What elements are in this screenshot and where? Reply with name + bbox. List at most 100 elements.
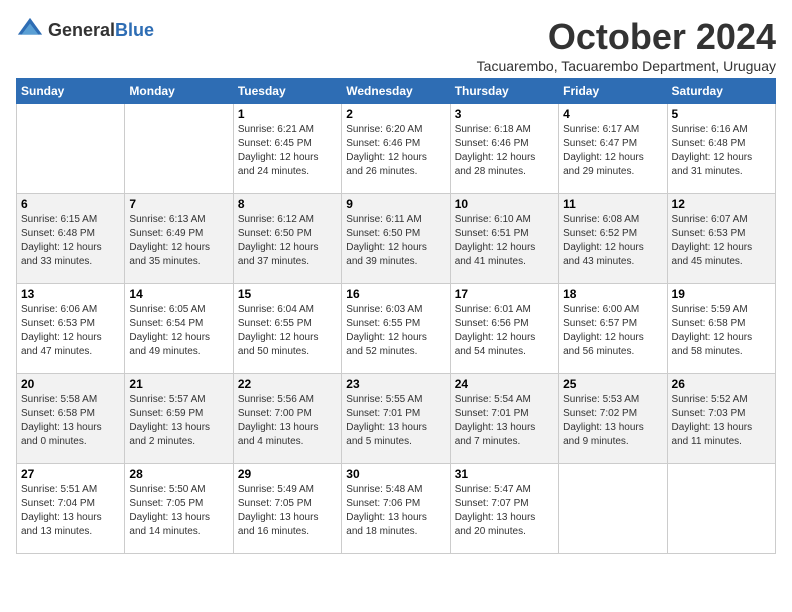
day-number: 25 (563, 377, 662, 391)
day-number: 26 (672, 377, 771, 391)
day-info: Sunrise: 6:18 AM Sunset: 6:46 PM Dayligh… (455, 123, 554, 179)
day-number: 17 (455, 287, 554, 301)
calendar-cell: 18Sunrise: 6:00 AM Sunset: 6:57 PM Dayli… (559, 284, 667, 374)
day-number: 9 (346, 197, 445, 211)
day-info: Sunrise: 6:13 AM Sunset: 6:49 PM Dayligh… (129, 213, 228, 269)
calendar-cell: 16 Sunrise: 6:03 AM Sunset: 6:55 PM Dayli… (342, 284, 450, 374)
calendar-cell: 12 Sunrise: 6:07 AM Sunset: 6:53 PM Dayli… (667, 194, 775, 284)
day-number: 7 (129, 197, 228, 211)
day-info: Sunrise: 6:04 AM Sunset: 6:55 PM Dayligh… (238, 303, 337, 359)
calendar-cell: 31Sunrise: 5:47 AM Sunset: 7:07 PM Dayli… (450, 464, 558, 554)
day-number: 29 (238, 467, 337, 481)
day-number: 15 (238, 287, 337, 301)
day-number: 19 (672, 287, 771, 301)
calendar-header-row: SundayMondayTuesdayWednesdayThursdayFrid… (17, 79, 776, 104)
day-number: 2 (346, 107, 445, 121)
day-info: Sunrise: 6:17 AM Sunset: 6:47 PM Dayligh… (563, 123, 662, 179)
day-info: Sunrise: 5:52 AM Sunset: 7:03 PM Dayligh… (672, 393, 771, 449)
calendar-cell: 27Sunrise: 5:51 AM Sunset: 7:04 PM Dayli… (17, 464, 125, 554)
day-number: 14 (129, 287, 228, 301)
calendar-cell: 21 Sunrise: 5:57 AM Sunset: 6:59 PM Dayli… (125, 374, 233, 464)
calendar-cell: 29 Sunrise: 5:49 AM Sunset: 7:05 PM Dayli… (233, 464, 341, 554)
day-number: 13 (21, 287, 120, 301)
day-info: Sunrise: 6:00 AM Sunset: 6:57 PM Dayligh… (563, 303, 662, 359)
calendar-cell: 14Sunrise: 6:05 AM Sunset: 6:54 PM Dayli… (125, 284, 233, 374)
logo: GeneralBlue (16, 16, 154, 44)
calendar-cell: 19 Sunrise: 5:59 AM Sunset: 6:58 PM Dayli… (667, 284, 775, 374)
calendar-cell: 9 Sunrise: 6:11 AM Sunset: 6:50 PM Daylig… (342, 194, 450, 284)
logo-text-general: General (48, 20, 115, 40)
day-info: Sunrise: 6:07 AM Sunset: 6:53 PM Dayligh… (672, 213, 771, 269)
calendar-cell: 5 Sunrise: 6:16 AM Sunset: 6:48 PM Daylig… (667, 104, 775, 194)
day-info: Sunrise: 6:06 AM Sunset: 6:53 PM Dayligh… (21, 303, 120, 359)
day-header-tuesday: Tuesday (233, 79, 341, 104)
calendar-cell (667, 464, 775, 554)
day-number: 31 (455, 467, 554, 481)
calendar-cell: 30 Sunrise: 5:48 AM Sunset: 7:06 PM Dayli… (342, 464, 450, 554)
day-number: 10 (455, 197, 554, 211)
calendar-week-4: 20Sunrise: 5:58 AM Sunset: 6:58 PM Dayli… (17, 374, 776, 464)
day-info: Sunrise: 5:58 AM Sunset: 6:58 PM Dayligh… (21, 393, 120, 449)
calendar-cell: 6Sunrise: 6:15 AM Sunset: 6:48 PM Daylig… (17, 194, 125, 284)
day-info: Sunrise: 5:51 AM Sunset: 7:04 PM Dayligh… (21, 483, 120, 539)
calendar-cell: 25Sunrise: 5:53 AM Sunset: 7:02 PM Dayli… (559, 374, 667, 464)
calendar-cell (17, 104, 125, 194)
day-header-wednesday: Wednesday (342, 79, 450, 104)
day-info: Sunrise: 6:20 AM Sunset: 6:46 PM Dayligh… (346, 123, 445, 179)
calendar-cell: 26 Sunrise: 5:52 AM Sunset: 7:03 PM Dayli… (667, 374, 775, 464)
calendar-cell: 20Sunrise: 5:58 AM Sunset: 6:58 PM Dayli… (17, 374, 125, 464)
day-number: 21 (129, 377, 228, 391)
calendar-cell: 8Sunrise: 6:12 AM Sunset: 6:50 PM Daylig… (233, 194, 341, 284)
logo-text-blue: Blue (115, 20, 154, 40)
day-info: Sunrise: 6:08 AM Sunset: 6:52 PM Dayligh… (563, 213, 662, 269)
day-number: 11 (563, 197, 662, 211)
calendar-week-5: 27Sunrise: 5:51 AM Sunset: 7:04 PM Dayli… (17, 464, 776, 554)
day-info: Sunrise: 6:16 AM Sunset: 6:48 PM Dayligh… (672, 123, 771, 179)
calendar-week-3: 13 Sunrise: 6:06 AM Sunset: 6:53 PM Dayli… (17, 284, 776, 374)
day-number: 24 (455, 377, 554, 391)
day-info: Sunrise: 5:54 AM Sunset: 7:01 PM Dayligh… (455, 393, 554, 449)
day-number: 12 (672, 197, 771, 211)
calendar-cell: 3Sunrise: 6:18 AM Sunset: 6:46 PM Daylig… (450, 104, 558, 194)
day-number: 8 (238, 197, 337, 211)
calendar-cell: 15 Sunrise: 6:04 AM Sunset: 6:55 PM Dayli… (233, 284, 341, 374)
day-header-friday: Friday (559, 79, 667, 104)
day-header-thursday: Thursday (450, 79, 558, 104)
calendar-cell: 17 Sunrise: 6:01 AM Sunset: 6:56 PM Dayli… (450, 284, 558, 374)
day-info: Sunrise: 5:59 AM Sunset: 6:58 PM Dayligh… (672, 303, 771, 359)
day-number: 5 (672, 107, 771, 121)
calendar-cell: 10 Sunrise: 6:10 AM Sunset: 6:51 PM Dayli… (450, 194, 558, 284)
day-number: 4 (563, 107, 662, 121)
day-info: Sunrise: 6:03 AM Sunset: 6:55 PM Dayligh… (346, 303, 445, 359)
day-info: Sunrise: 6:11 AM Sunset: 6:50 PM Dayligh… (346, 213, 445, 269)
calendar-week-1: 1Sunrise: 6:21 AM Sunset: 6:45 PM Daylig… (17, 104, 776, 194)
day-info: Sunrise: 6:10 AM Sunset: 6:51 PM Dayligh… (455, 213, 554, 269)
calendar-cell: 11 Sunrise: 6:08 AM Sunset: 6:52 PM Dayli… (559, 194, 667, 284)
day-number: 28 (129, 467, 228, 481)
calendar-cell: 28 Sunrise: 5:50 AM Sunset: 7:05 PM Dayli… (125, 464, 233, 554)
calendar-cell (125, 104, 233, 194)
day-info: Sunrise: 6:21 AM Sunset: 6:45 PM Dayligh… (238, 123, 337, 179)
day-info: Sunrise: 5:49 AM Sunset: 7:05 PM Dayligh… (238, 483, 337, 539)
calendar-cell: 23 Sunrise: 5:55 AM Sunset: 7:01 PM Dayli… (342, 374, 450, 464)
day-info: Sunrise: 5:57 AM Sunset: 6:59 PM Dayligh… (129, 393, 228, 449)
day-info: Sunrise: 5:55 AM Sunset: 7:01 PM Dayligh… (346, 393, 445, 449)
day-header-monday: Monday (125, 79, 233, 104)
day-number: 6 (21, 197, 120, 211)
day-info: Sunrise: 5:48 AM Sunset: 7:06 PM Dayligh… (346, 483, 445, 539)
calendar-cell: 13 Sunrise: 6:06 AM Sunset: 6:53 PM Dayli… (17, 284, 125, 374)
day-number: 23 (346, 377, 445, 391)
title-block: October 2024 Tacuarembo, Tacuarembo Depa… (477, 16, 776, 74)
day-number: 30 (346, 467, 445, 481)
day-info: Sunrise: 5:50 AM Sunset: 7:05 PM Dayligh… (129, 483, 228, 539)
calendar-table: SundayMondayTuesdayWednesdayThursdayFrid… (16, 78, 776, 554)
logo-icon (16, 16, 44, 44)
day-number: 16 (346, 287, 445, 301)
day-info: Sunrise: 5:56 AM Sunset: 7:00 PM Dayligh… (238, 393, 337, 449)
calendar-cell: 1Sunrise: 6:21 AM Sunset: 6:45 PM Daylig… (233, 104, 341, 194)
day-header-saturday: Saturday (667, 79, 775, 104)
day-info: Sunrise: 6:01 AM Sunset: 6:56 PM Dayligh… (455, 303, 554, 359)
calendar-cell: 24 Sunrise: 5:54 AM Sunset: 7:01 PM Dayli… (450, 374, 558, 464)
calendar-cell: 4 Sunrise: 6:17 AM Sunset: 6:47 PM Daylig… (559, 104, 667, 194)
day-header-sunday: Sunday (17, 79, 125, 104)
